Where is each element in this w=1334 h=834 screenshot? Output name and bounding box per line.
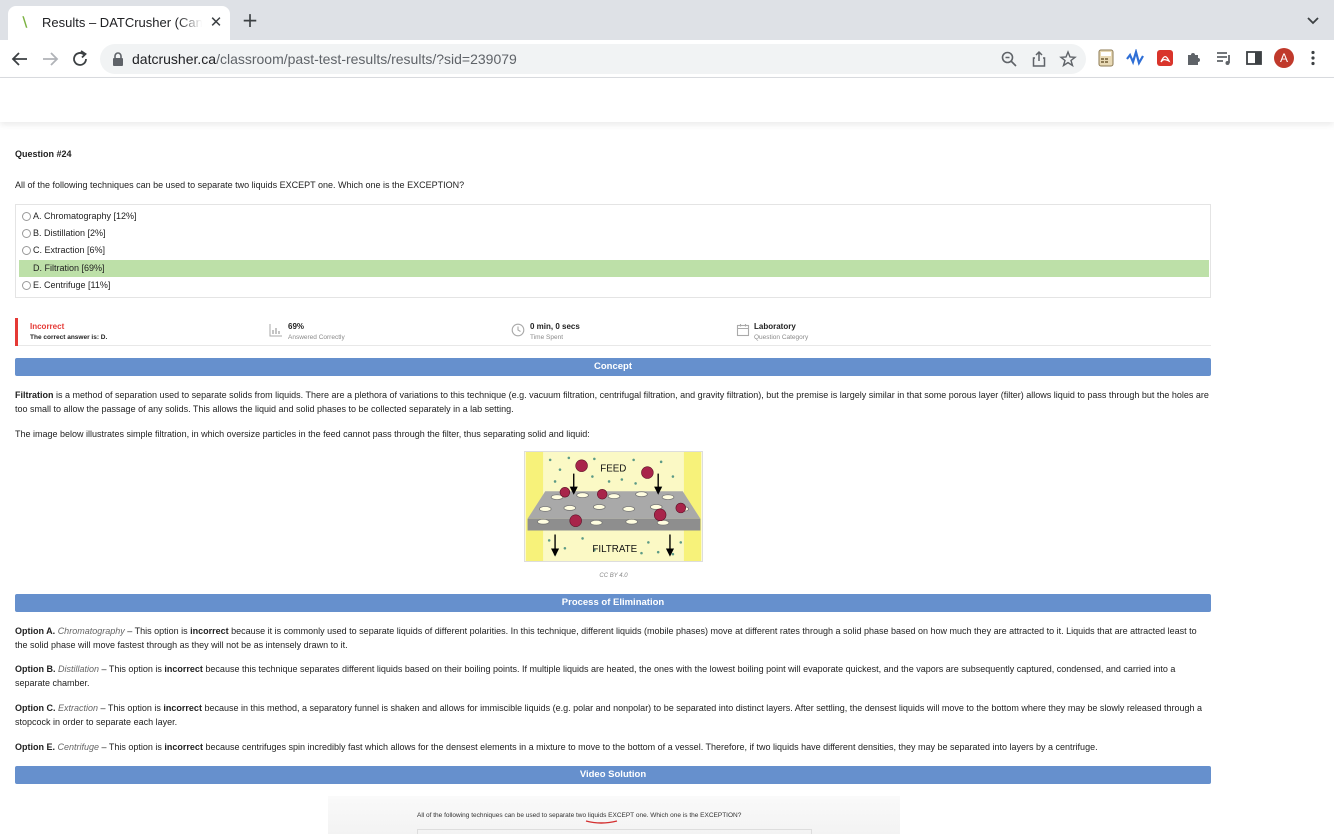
zoom-icon[interactable] (1000, 50, 1018, 68)
option-c: C. Extraction [6%] (19, 242, 1209, 259)
diagram-filtrate-label: FILTRATE (592, 544, 637, 555)
option-b: B. Distillation [2%] (19, 225, 1209, 242)
concept-header: Concept (15, 358, 1211, 376)
address-bar[interactable]: datcrusher.ca/classroom/past-test-result… (100, 44, 1086, 74)
video-header: Video Solution (15, 766, 1211, 784)
reload-icon[interactable] (69, 48, 91, 70)
time-value: 0 min, 0 secs (530, 322, 580, 331)
question-category: Laboratory Question Category (754, 321, 808, 343)
status-text: Incorrect (30, 322, 65, 331)
option-label: E. Centrifuge [11%] (33, 280, 111, 290)
option-e: E. Centrifuge [11%] (19, 277, 1209, 294)
option-label: B. Distillation [2%] (33, 228, 106, 238)
option-label: C. Extraction [6%] (33, 245, 106, 255)
close-icon[interactable]: ✕ (207, 13, 225, 31)
clock-icon (511, 323, 525, 337)
share-icon[interactable] (1030, 50, 1048, 68)
incorrect-flag (15, 318, 18, 346)
chevron-down-icon[interactable] (1305, 12, 1321, 28)
forward-arrow-icon[interactable] (39, 48, 61, 70)
calculator-extension-icon[interactable] (1097, 49, 1115, 67)
question-number: Question #24 (15, 149, 72, 159)
new-tab-button[interactable]: + (240, 10, 260, 30)
elimination-option-a: Option A. Chromatography – This option i… (15, 626, 1197, 650)
puzzle-extensions-icon[interactable] (1185, 49, 1203, 67)
image-caption: CC BY 4.0 (599, 573, 628, 579)
elimination-header: Process of Elimination (15, 594, 1211, 612)
time-spent: 0 min, 0 secs Time Spent (530, 321, 580, 343)
side-panel-icon[interactable] (1245, 49, 1263, 67)
lock-icon[interactable] (112, 52, 124, 66)
radio-button (22, 212, 31, 221)
browser-tab-bar: ∖ Results – DATCrusher (Canadian DAT) ✕ … (0, 0, 1334, 40)
concept-text: is a method of separation used to separa… (15, 390, 1209, 414)
time-label: Time Spent (530, 334, 563, 341)
question-text: All of the following techniques can be u… (15, 180, 465, 190)
elimination-option-e: Option E. Centrifuge – This option is in… (15, 742, 1098, 752)
result-status: Incorrect The correct answer is: D. (30, 321, 107, 343)
option-a: A. Chromatography [12%] (19, 208, 1209, 225)
tab-title: Results – DATCrusher (Canadian DAT) (42, 15, 202, 30)
percent-label: Answered Correctly (288, 334, 345, 341)
answer-options: A. Chromatography [12%] B. Distillation … (15, 204, 1211, 298)
concept-image-intro: The image below illustrates simple filtr… (15, 429, 590, 439)
back-arrow-icon[interactable] (9, 48, 31, 70)
url-text[interactable]: datcrusher.ca/classroom/past-test-result… (132, 51, 517, 67)
elimination-option-c: Option C. Extraction – This option is in… (15, 703, 1202, 727)
site-header (0, 78, 1334, 122)
datcrusher-favicon-icon: ∖ (20, 15, 30, 31)
browser-toolbar: datcrusher.ca/classroom/past-test-result… (0, 40, 1334, 78)
option-label: D. Filtration [69%] (33, 263, 105, 273)
option-label: A. Chromatography [12%] (33, 211, 137, 221)
radio-button (22, 281, 31, 290)
more-menu-icon[interactable] (1304, 49, 1322, 67)
reading-list-icon[interactable] (1215, 49, 1233, 67)
concept-term: Filtration (15, 390, 54, 400)
percent-correct: 69% Answered Correctly (288, 321, 345, 343)
elimination-option-b: Option B. Distillation – This option is … (15, 664, 1176, 688)
filtration-diagram: FEED FILTRATE (524, 451, 703, 562)
video-answer-box (417, 829, 812, 834)
radio-button (22, 229, 31, 238)
calendar-icon (736, 324, 750, 337)
browser-tab[interactable]: ∖ Results – DATCrusher (Canadian DAT) ✕ (8, 6, 230, 40)
pdf-extension-icon[interactable] (1156, 49, 1174, 67)
bookmark-star-icon[interactable] (1059, 50, 1077, 68)
bar-chart-icon (269, 324, 282, 337)
profile-avatar[interactable]: A (1274, 48, 1294, 68)
radio-button (22, 246, 31, 255)
category-value: Laboratory (754, 322, 796, 331)
result-summary: Incorrect The correct answer is: D. 69% … (15, 318, 1211, 346)
video-question-text: All of the following techniques can be u… (417, 812, 742, 819)
option-d-correct: D. Filtration [69%] (19, 260, 1209, 277)
red-underline-annotation (585, 820, 618, 824)
diagram-feed-label: FEED (600, 464, 626, 475)
audio-wave-extension-icon[interactable] (1126, 49, 1144, 67)
video-player[interactable]: All of the following techniques can be u… (328, 796, 900, 834)
concept-paragraph: Filtration is a method of separation use… (15, 389, 1211, 416)
percent-value: 69% (288, 322, 305, 331)
correct-answer-text: The correct answer is: D. (30, 334, 108, 341)
category-label: Question Category (754, 334, 809, 341)
